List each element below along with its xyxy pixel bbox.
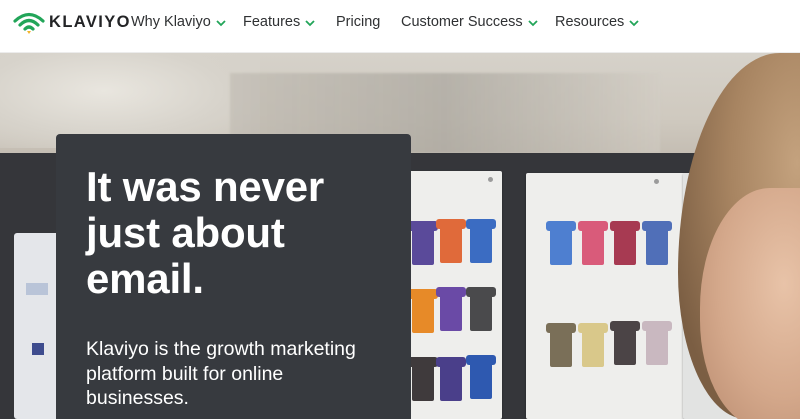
nav-item-resources[interactable]: Resources <box>555 14 639 30</box>
shirt-swatch <box>466 219 496 263</box>
hero-subtitle: Klaviyo is the growth marketing platform… <box>86 338 356 409</box>
shirt-swatch <box>436 357 466 401</box>
shirt-swatch <box>578 323 608 367</box>
shirt-swatch <box>642 321 672 365</box>
hero-title: It was never just about email. <box>86 163 325 302</box>
shirt-swatch <box>610 221 640 265</box>
nav-item-features[interactable]: Features <box>243 14 315 30</box>
swatch-sheet <box>526 173 688 419</box>
chevron-down-icon <box>629 19 639 26</box>
pinned-card <box>14 233 59 419</box>
shirt-swatch <box>436 287 466 331</box>
nav-item-why-klaviyo[interactable]: Why Klaviyo <box>131 14 226 30</box>
nav-item-pricing[interactable]: Pricing <box>336 14 380 30</box>
shirt-swatch <box>436 219 466 263</box>
nav-item-label: Customer Success <box>401 14 523 30</box>
top-navigation: KLAVIYO Why Klaviyo Features Pricing Cus… <box>0 0 800 53</box>
shirt-swatch <box>466 355 496 399</box>
nav-item-label: Resources <box>555 14 625 30</box>
pin <box>654 179 659 184</box>
brand-name: KLAVIYO <box>49 13 131 31</box>
card-detail <box>26 283 48 295</box>
chevron-down-icon <box>305 19 315 26</box>
pin <box>488 177 493 182</box>
person-silhouette <box>668 53 800 419</box>
nav-item-customer-success[interactable]: Customer Success <box>401 14 538 30</box>
nav-item-label: Pricing <box>336 14 381 30</box>
shirt-swatch <box>546 221 576 265</box>
nav-item-label: Features <box>243 14 301 30</box>
shirt-swatch <box>610 321 640 365</box>
shirt-swatch <box>408 357 438 401</box>
shirt-swatch <box>408 289 438 333</box>
chevron-down-icon <box>528 19 538 26</box>
nav-item-label: Why Klaviyo <box>131 14 211 30</box>
hero-card: It was never just about email. Klaviyo i… <box>56 134 411 419</box>
shirt-swatch <box>642 221 672 265</box>
shirt-swatch <box>578 221 608 265</box>
card-detail <box>32 343 44 355</box>
chevron-down-icon <box>216 19 226 26</box>
shirt-swatch <box>546 323 576 367</box>
shirt-swatch <box>408 221 438 265</box>
shirt-swatch <box>466 287 496 331</box>
swatch-sheet <box>396 171 502 419</box>
klaviyo-logo[interactable]: KLAVIYO <box>12 9 131 35</box>
signal-wave-icon <box>13 12 45 34</box>
